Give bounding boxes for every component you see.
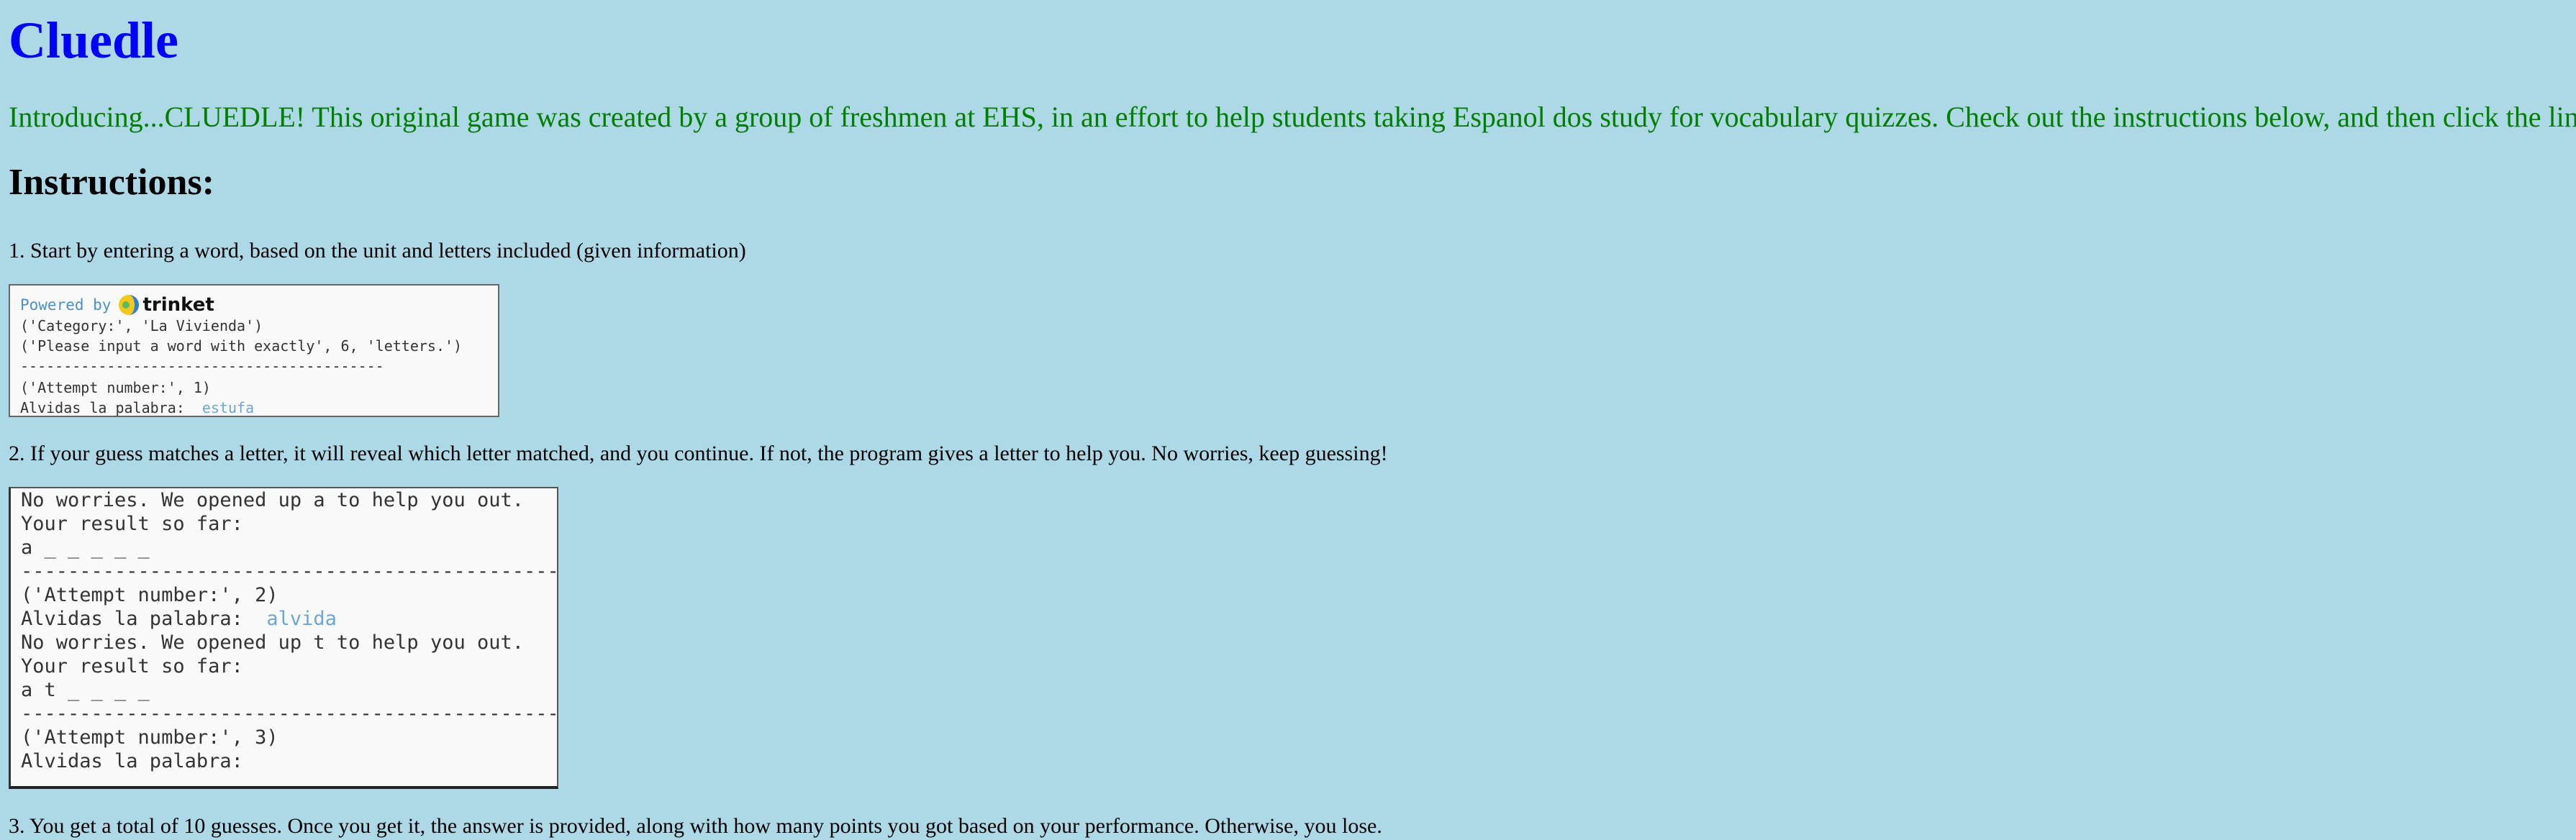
console-line: ('Category:', 'La Vivienda') — [20, 317, 263, 334]
console-line: Your result so far: — [21, 655, 243, 677]
console-prompt: Alvidas la palabra: — [21, 608, 243, 630]
powered-by-label: Powered by — [20, 296, 112, 314]
console-line: ('Attempt number:', 3) — [21, 726, 278, 749]
console-line: a t _ _ _ _ — [21, 679, 150, 701]
console-prompt-line: Alvidas la palabra: alvida — [21, 607, 557, 631]
page-title: Cluedle — [9, 12, 179, 69]
instruction-step-1: 1. Start by entering a word, based on th… — [9, 239, 746, 262]
console-input-value: alvida — [266, 608, 337, 630]
console-line: ('Attempt number:', 2) — [21, 584, 278, 606]
console-divider: ----------------------------------------… — [21, 560, 558, 583]
console-line: No worries. We opened up a to help you o… — [21, 489, 524, 511]
trinket-embed-console[interactable]: Powered by trinket ('Category:', 'La Viv… — [9, 284, 499, 417]
console-prompt: Alvidas la palabra: — [20, 399, 185, 416]
console-divider: ----------------------------------------… — [20, 357, 384, 375]
console-line: ('Please input a word with exactly', 6, … — [20, 337, 463, 355]
powered-by-trinket[interactable]: Powered by trinket — [20, 294, 498, 316]
console-line: Your result so far: — [21, 513, 243, 535]
instruction-step-3: 3. You get a total of 10 guesses. Once y… — [9, 814, 1382, 838]
console-divider: ----------------------------------------… — [21, 703, 558, 725]
console-line: ('Attempt number:', 1) — [20, 379, 211, 396]
console-prompt-line: Alvidas la palabra: — [21, 750, 243, 772]
console-line: No worries. We opened up t to help you o… — [21, 631, 524, 654]
console-input-value[interactable]: estufa — [202, 399, 254, 416]
game-output-console: No worries. We opened up a to help you o… — [9, 487, 558, 789]
trinket-logo-icon — [118, 294, 140, 316]
instruction-step-2: 2. If your guess matches a letter, it wi… — [9, 442, 1388, 465]
intro-text: Introducing...CLUEDLE! This original gam… — [9, 101, 2576, 133]
console-line: a _ _ _ _ _ — [21, 537, 150, 559]
console-prompt-line: Alvidas la palabra: estufa — [20, 398, 498, 416]
instructions-heading: Instructions: — [9, 162, 215, 203]
trinket-brand-name: trinket — [142, 294, 214, 316]
